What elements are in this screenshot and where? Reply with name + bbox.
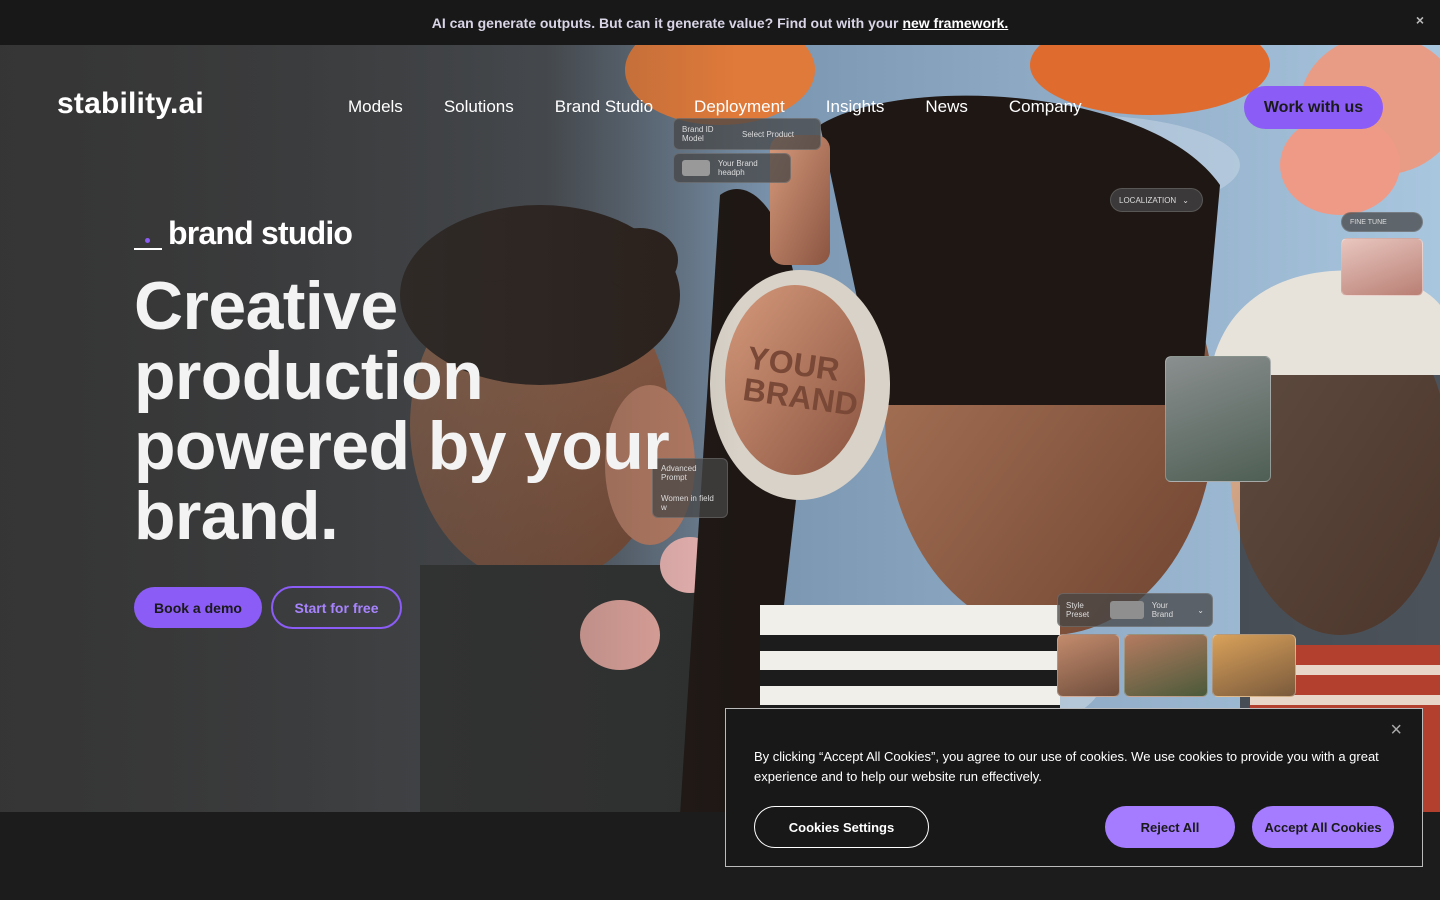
work-with-us-button[interactable]: Work with us [1244, 86, 1383, 129]
nav-item-brand-studio[interactable]: Brand Studio [555, 97, 653, 117]
preset-thumbnail-2 [1124, 634, 1208, 697]
book-demo-button[interactable]: Book a demo [134, 587, 262, 628]
reject-all-button[interactable]: Reject All [1105, 806, 1235, 848]
nav-item-models[interactable]: Models [348, 97, 403, 117]
start-free-button[interactable]: Start for free [271, 586, 402, 629]
brand-studio-eyebrow: brand studio [134, 215, 353, 252]
fine-tune-chip: FINE TUNE [1341, 212, 1423, 232]
flower-thumbnail [1341, 238, 1423, 296]
preset-thumbnail-1 [1057, 634, 1120, 697]
preset-thumb-icon [1109, 601, 1144, 619]
style-preset-label: Style Preset [1066, 601, 1090, 619]
brand-model-label: Brand ID Model [682, 125, 714, 143]
hero-headline: Creative production powered by your bran… [134, 268, 670, 554]
cookies-settings-button[interactable]: Cookies Settings [754, 806, 929, 848]
hero-section: YOUR BRAND Brand ID Model Select Product… [0, 45, 1440, 812]
announcement-text: AI can generate outputs. But can it gene… [431, 14, 899, 31]
nav-item-deployment[interactable]: Deployment [694, 97, 785, 117]
brand-studio-icon [134, 222, 162, 252]
logo[interactable]: stability.ai [57, 87, 204, 121]
eyebrow-label: brand studio [168, 215, 353, 251]
accept-all-cookies-button[interactable]: Accept All Cookies [1252, 806, 1394, 848]
nav-item-insights[interactable]: Insights [826, 97, 885, 117]
select-product-label: Select Product [742, 129, 795, 139]
cookie-text: By clicking “Accept All Cookies”, you ag… [754, 749, 1379, 784]
style-preset-chip: Style Preset Your Brand ⌄ [1057, 593, 1213, 627]
nav-item-news[interactable]: News [925, 97, 968, 117]
close-icon[interactable]: × [1390, 719, 1402, 742]
chevron-down-icon: ⌄ [1182, 195, 1189, 205]
nav-item-solutions[interactable]: Solutions [444, 97, 514, 117]
nav-item-company[interactable]: Company [1009, 97, 1082, 117]
announcement-bar: AI can generate outputs. But can it gene… [0, 0, 1440, 45]
your-brand-label: Your Brand [1151, 601, 1174, 619]
preset-thumbnail-3 [1212, 634, 1296, 697]
chevron-down-icon: ⌄ [1197, 605, 1204, 615]
thumbnail-icon [682, 160, 710, 176]
localization-label: LOCALIZATION [1119, 195, 1177, 205]
cookie-banner: × By clicking “Accept All Cookies”, you … [725, 708, 1423, 867]
close-icon[interactable]: × [1416, 12, 1424, 28]
your-brand-headphones-label: Your Brand headph [717, 159, 758, 177]
fine-tune-label: FINE TUNE [1350, 218, 1387, 226]
announcement-link[interactable]: new framework. [902, 15, 1008, 31]
your-brand-headphones-chip: Your Brand headph [673, 153, 791, 183]
localization-chip: LOCALIZATION ⌄ [1110, 188, 1203, 212]
main-nav: Models Solutions Brand Studio Deployment… [348, 97, 1123, 117]
brand-model-chip: Brand ID Model Select Product [673, 118, 821, 150]
figure-thumbnail [1165, 356, 1271, 482]
